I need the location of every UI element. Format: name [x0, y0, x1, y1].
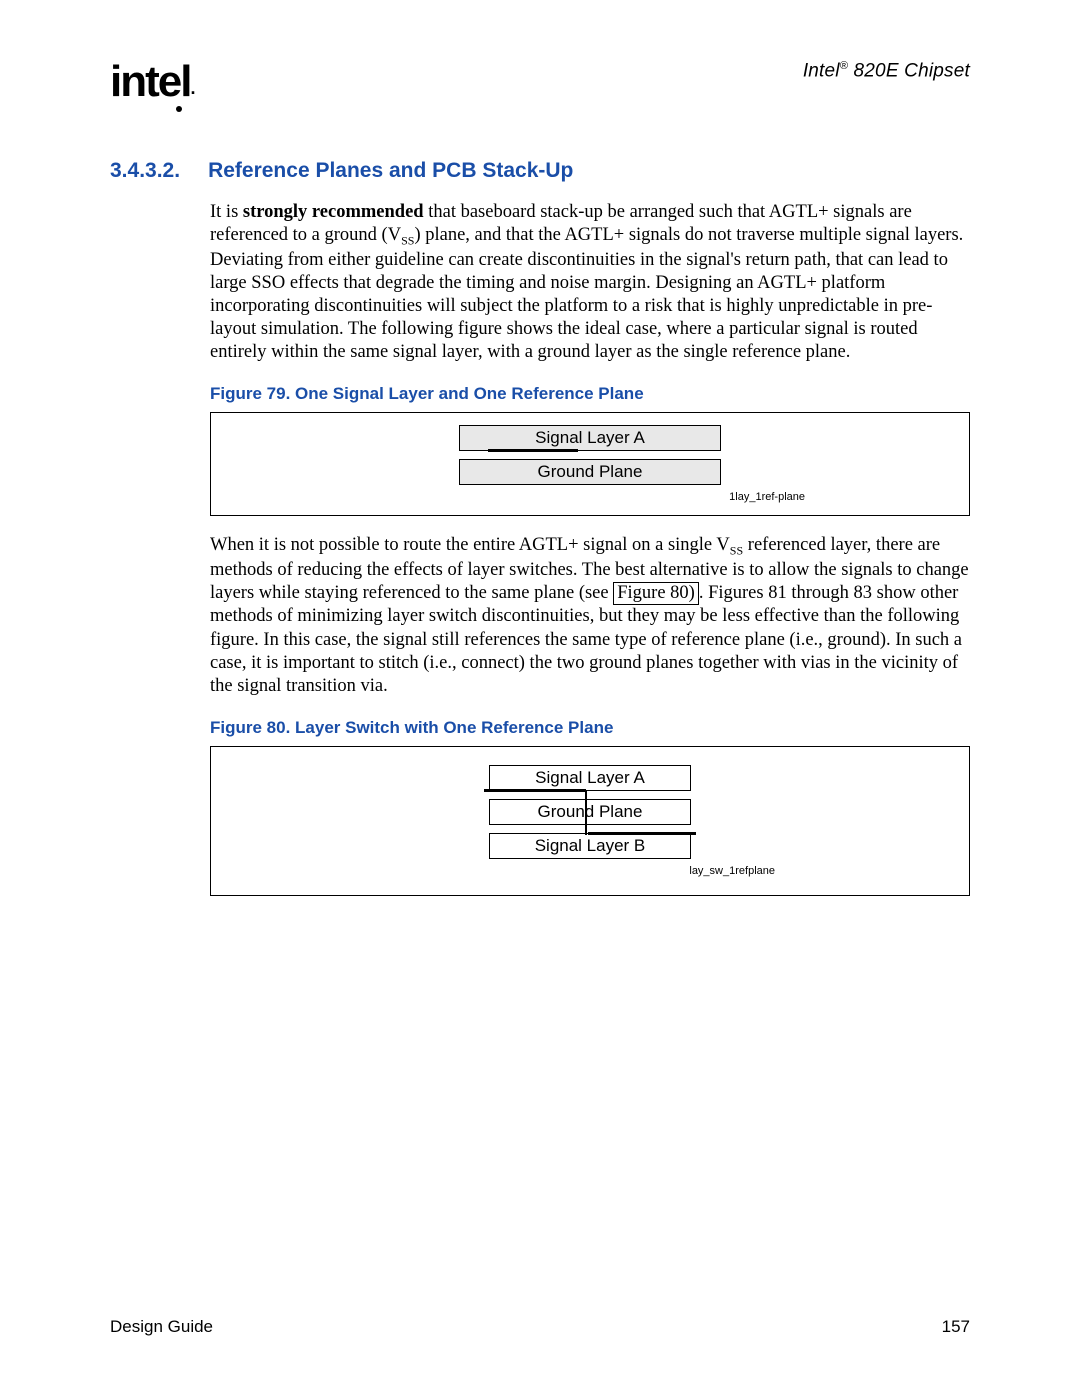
fig79-tag: 1lay_1ref-plane — [375, 491, 805, 503]
paragraph-2: When it is not possible to route the ent… — [210, 534, 970, 697]
figure-79-caption: Figure 79. One Signal Layer and One Refe… — [210, 384, 970, 404]
fig80-signal-layer-b: Signal Layer B — [489, 833, 691, 859]
footer-page-number: 157 — [942, 1317, 970, 1337]
figure-80-caption: Figure 80. Layer Switch with One Referen… — [210, 718, 970, 738]
figure-80-link[interactable]: Figure 80) — [613, 582, 699, 604]
fig79-ground-plane: Ground Plane — [459, 459, 721, 485]
section-number: 3.4.3.2. — [110, 159, 180, 183]
footer-left: Design Guide — [110, 1317, 213, 1337]
section-title: Reference Planes and PCB Stack-Up — [208, 159, 573, 183]
figure-80: Signal Layer A Ground Plane Signal Layer… — [210, 746, 970, 896]
fig79-signal-layer-a: Signal Layer A — [459, 425, 721, 451]
product-name: Intel® 820E Chipset — [803, 60, 970, 82]
fig80-signal-layer-a: Signal Layer A — [489, 765, 691, 791]
fig80-tag: lay_sw_1refplane — [405, 865, 775, 877]
intel-logo: intel. — [110, 60, 194, 104]
paragraph-1: It is strongly recommended that baseboar… — [210, 201, 970, 364]
figure-79: Signal Layer A Ground Plane 1lay_1ref-pl… — [210, 412, 970, 516]
fig80-ground-plane: Ground Plane — [489, 799, 691, 825]
